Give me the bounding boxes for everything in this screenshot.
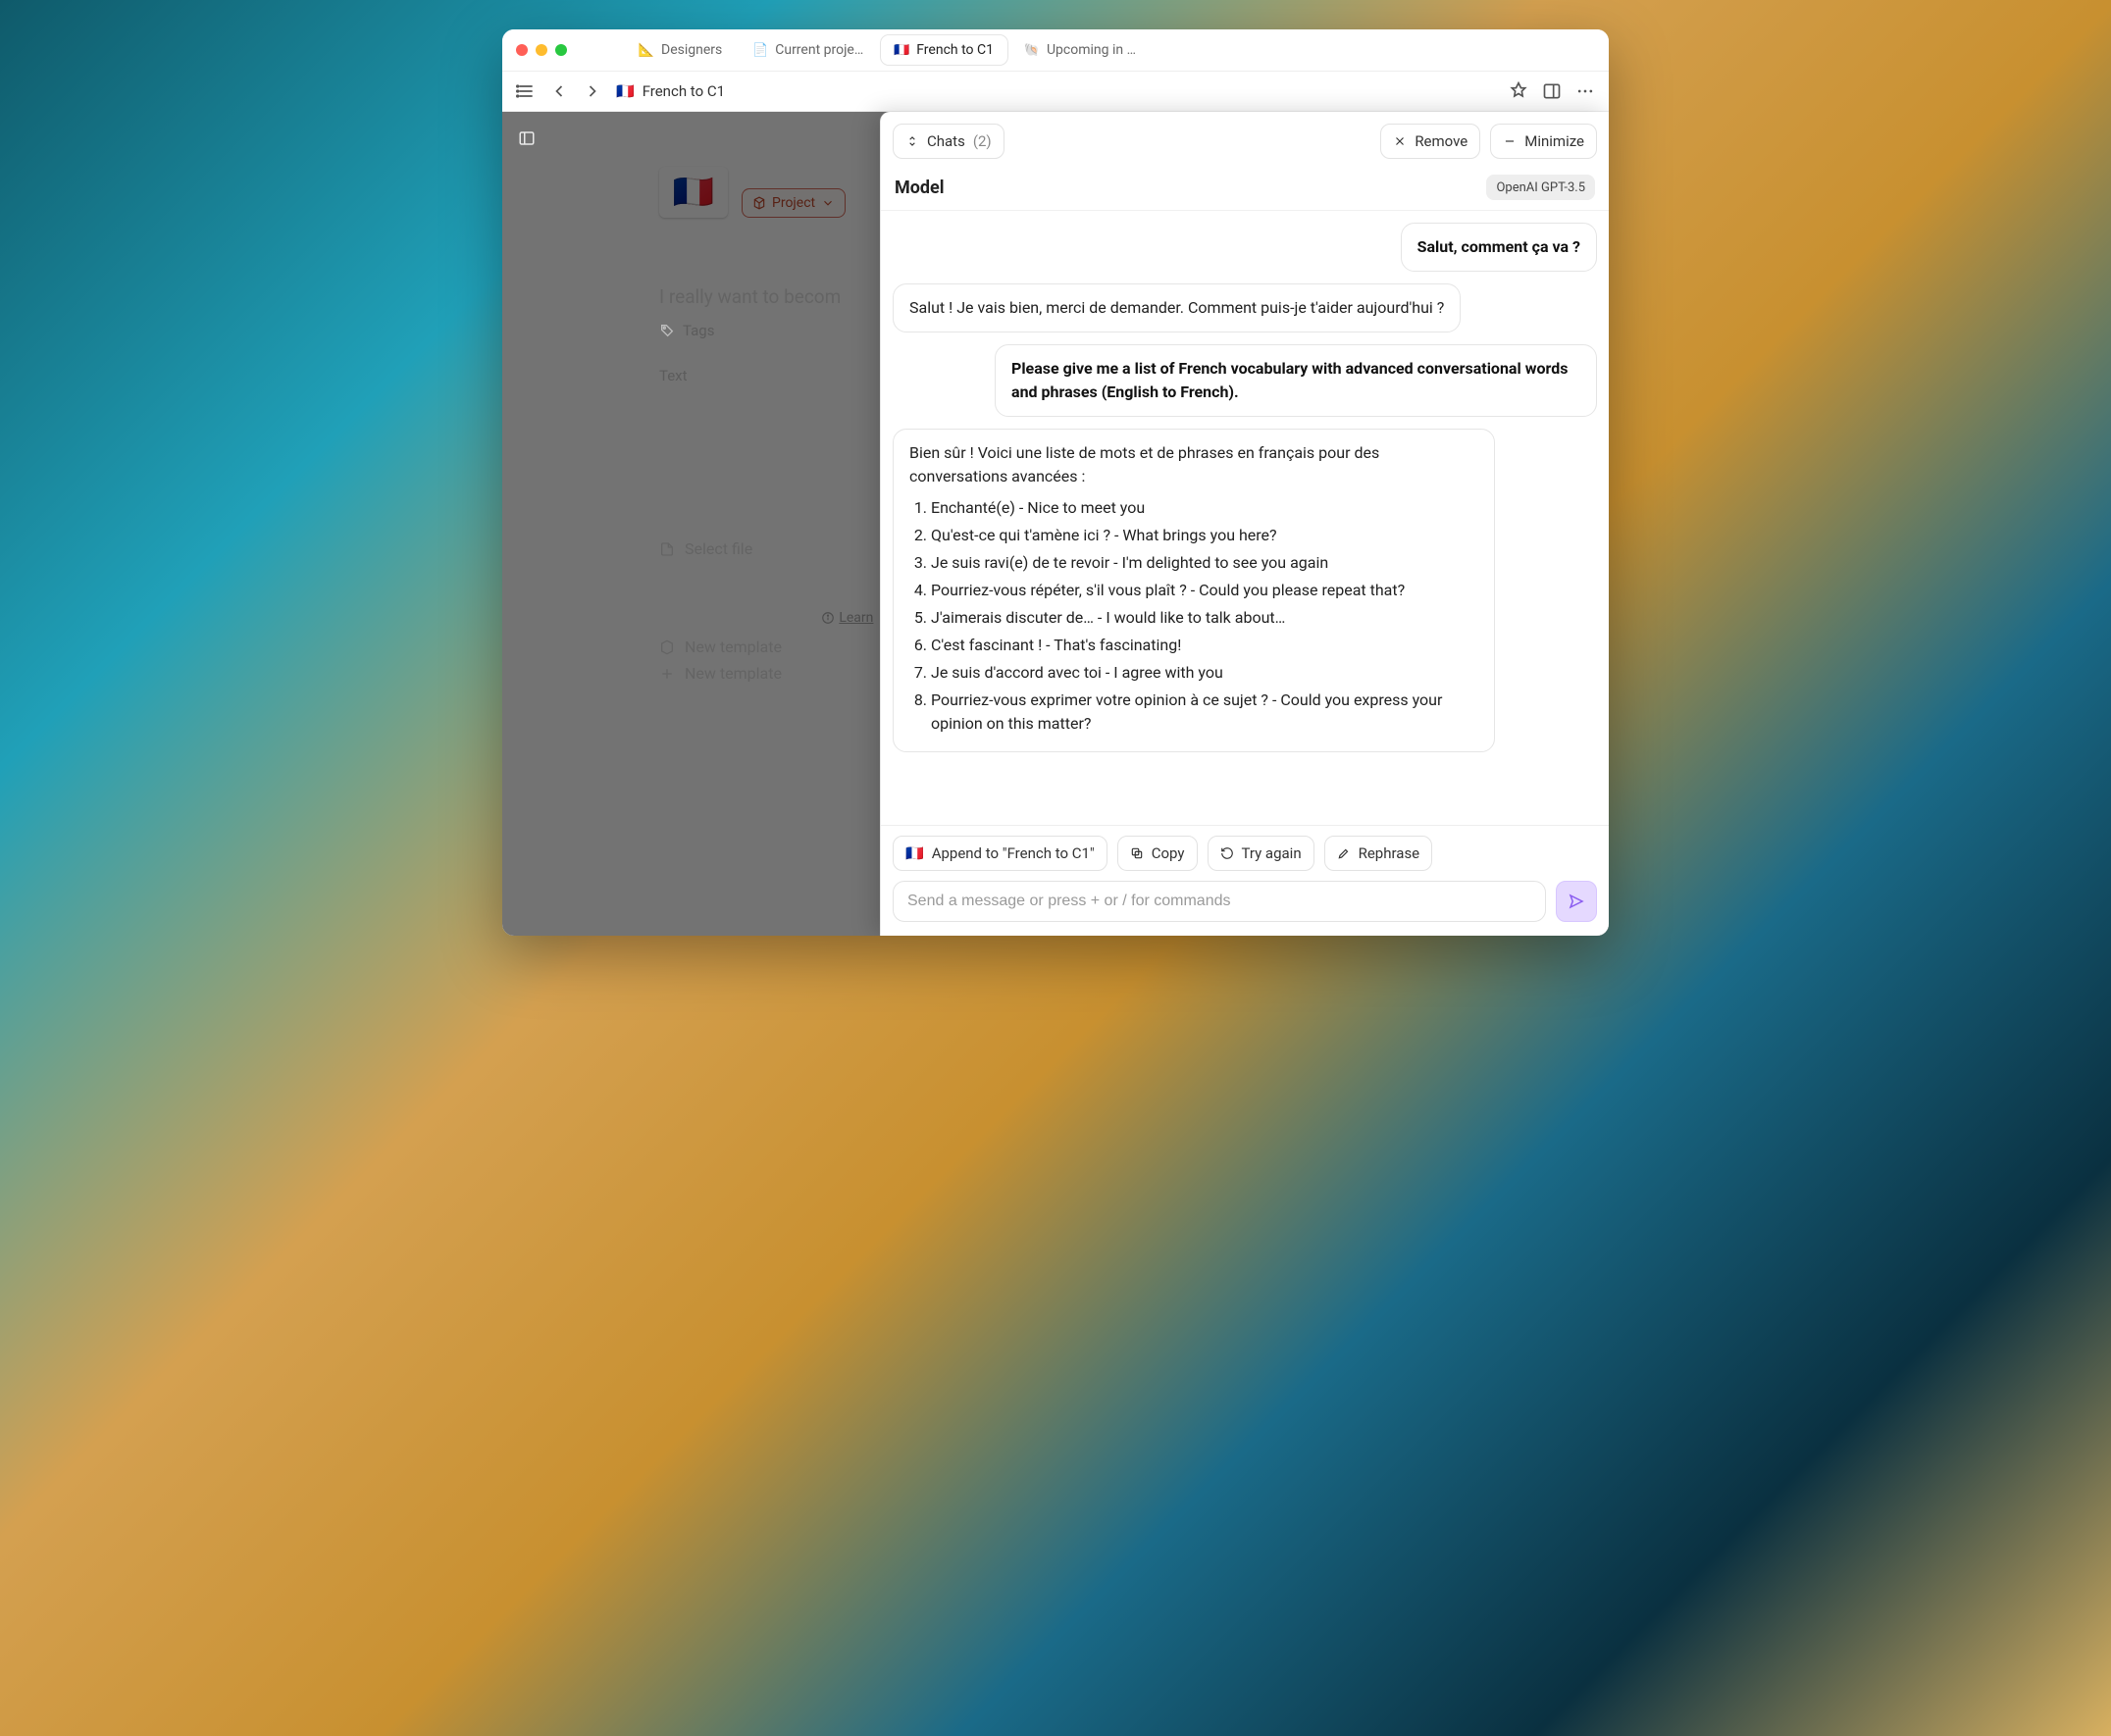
window-controls [516,44,567,56]
tab-label: Designers [661,42,722,58]
flag-icon: 🇫🇷 [616,82,635,100]
titlebar: 📐 Designers 📄 Current proje… 🇫🇷 French t… [502,29,1609,72]
list-item: Qu'est-ce qui t'amène ici ? - What bring… [931,524,1478,547]
model-row: Model OpenAI GPT-3.5 [881,171,1609,211]
remove-chat-button[interactable]: Remove [1380,124,1480,159]
editor-canvas: 🇫🇷 Project French to C1 I really want to… [502,112,1609,936]
chat-message-assistant: Bien sûr ! Voici une liste de mots et de… [893,429,1495,752]
tab-label: French to C1 [916,42,994,58]
model-label: Model [895,178,945,198]
send-button[interactable] [1556,881,1597,922]
breadcrumb-label: French to C1 [643,82,725,100]
sidebar-toggle-button[interactable] [518,129,536,151]
chat-action-bar: 🇫🇷 Append to "French to C1" Copy Try aga… [881,825,1609,881]
chat-scroll[interactable]: Salut, comment ça va ? Salut ! Je vais b… [881,211,1609,825]
pin-button[interactable] [1509,81,1528,101]
chat-panel-header: Chats (2) Remove Minimize [881,112,1609,171]
list-item: Enchanté(e) - Nice to meet you [931,496,1478,520]
chats-count: (2) [973,132,992,150]
minus-icon [1503,134,1517,148]
tab-label: Current proje… [775,42,863,58]
rephrase-button[interactable]: Rephrase [1324,836,1433,871]
tab-upcoming[interactable]: 🐚 Upcoming in … [1011,35,1150,65]
tab-bar: 📐 Designers 📄 Current proje… 🇫🇷 French t… [626,35,1595,65]
minimize-chat-button[interactable]: Minimize [1490,124,1597,159]
back-button[interactable] [549,81,569,101]
close-icon [1393,134,1407,148]
breadcrumb[interactable]: 🇫🇷 French to C1 [616,82,725,100]
chat-message-user: Salut, comment ça va ? [1401,223,1597,272]
chat-input[interactable] [893,881,1546,922]
list-item: Pourriez-vous répéter, s'il vous plaît ?… [931,579,1478,602]
panel-toggle-button[interactable] [1542,81,1562,101]
append-button[interactable]: 🇫🇷 Append to "French to C1" [893,836,1107,871]
remove-label: Remove [1415,132,1467,150]
copy-icon [1130,846,1144,860]
close-window-button[interactable] [516,44,528,56]
retry-icon [1220,846,1234,860]
tag-icon [659,323,675,338]
flag-icon: 🇫🇷 [905,844,924,862]
more-menu-button[interactable] [1575,81,1595,101]
assistant-intro: Bien sûr ! Voici une liste de mots et de… [909,441,1478,488]
updown-icon [905,134,919,148]
app-window: 📐 Designers 📄 Current proje… 🇫🇷 French t… [502,29,1609,936]
list-item: Je suis ravi(e) de te revoir - I'm delig… [931,551,1478,575]
list-item: C'est fascinant ! - That's fascinating! [931,634,1478,657]
provider-chip[interactable]: OpenAI GPT-3.5 [1486,175,1595,200]
document-icon: 📄 [753,43,767,57]
list-item: Pourriez-vous exprimer votre opinion à c… [931,689,1478,736]
list-item: Je suis d'accord avec toi - I agree with… [931,661,1478,685]
minimize-label: Minimize [1524,132,1584,150]
assistant-list: Enchanté(e) - Nice to meet you Qu'est-ce… [909,496,1478,736]
ruler-icon: 📐 [640,43,653,57]
forward-button[interactable] [583,81,602,101]
chat-input-row [881,881,1609,936]
flag-icon: 🇫🇷 [895,43,908,57]
toolbar: 🇫🇷 French to C1 [502,72,1609,112]
rephrase-label: Rephrase [1359,844,1420,862]
chat-panel: Chats (2) Remove Minimize Model OpenAI G… [880,112,1609,936]
tab-designers[interactable]: 📐 Designers [626,35,736,65]
copy-label: Copy [1152,844,1185,862]
chats-dropdown[interactable]: Chats (2) [893,124,1004,159]
shell-icon: 🐚 [1025,43,1039,57]
chats-label: Chats [927,132,965,150]
retry-button[interactable]: Try again [1208,836,1314,871]
zoom-window-button[interactable] [555,44,567,56]
send-icon [1568,893,1585,910]
chat-message-assistant: Salut ! Je vais bien, merci de demander.… [893,283,1461,332]
copy-button[interactable]: Copy [1117,836,1198,871]
chat-message-user: Please give me a list of French vocabula… [995,344,1597,417]
tab-french-to-c1[interactable]: 🇫🇷 French to C1 [881,35,1007,65]
append-label: Append to "French to C1" [932,844,1095,862]
tab-label: Upcoming in … [1047,42,1136,58]
tab-current-project[interactable]: 📄 Current proje… [740,35,877,65]
outline-toggle-button[interactable] [516,81,536,101]
minimize-window-button[interactable] [536,44,547,56]
retry-label: Try again [1242,844,1302,862]
list-item: J'aimerais discuter de… - I would like t… [931,606,1478,630]
pencil-icon [1337,846,1351,860]
